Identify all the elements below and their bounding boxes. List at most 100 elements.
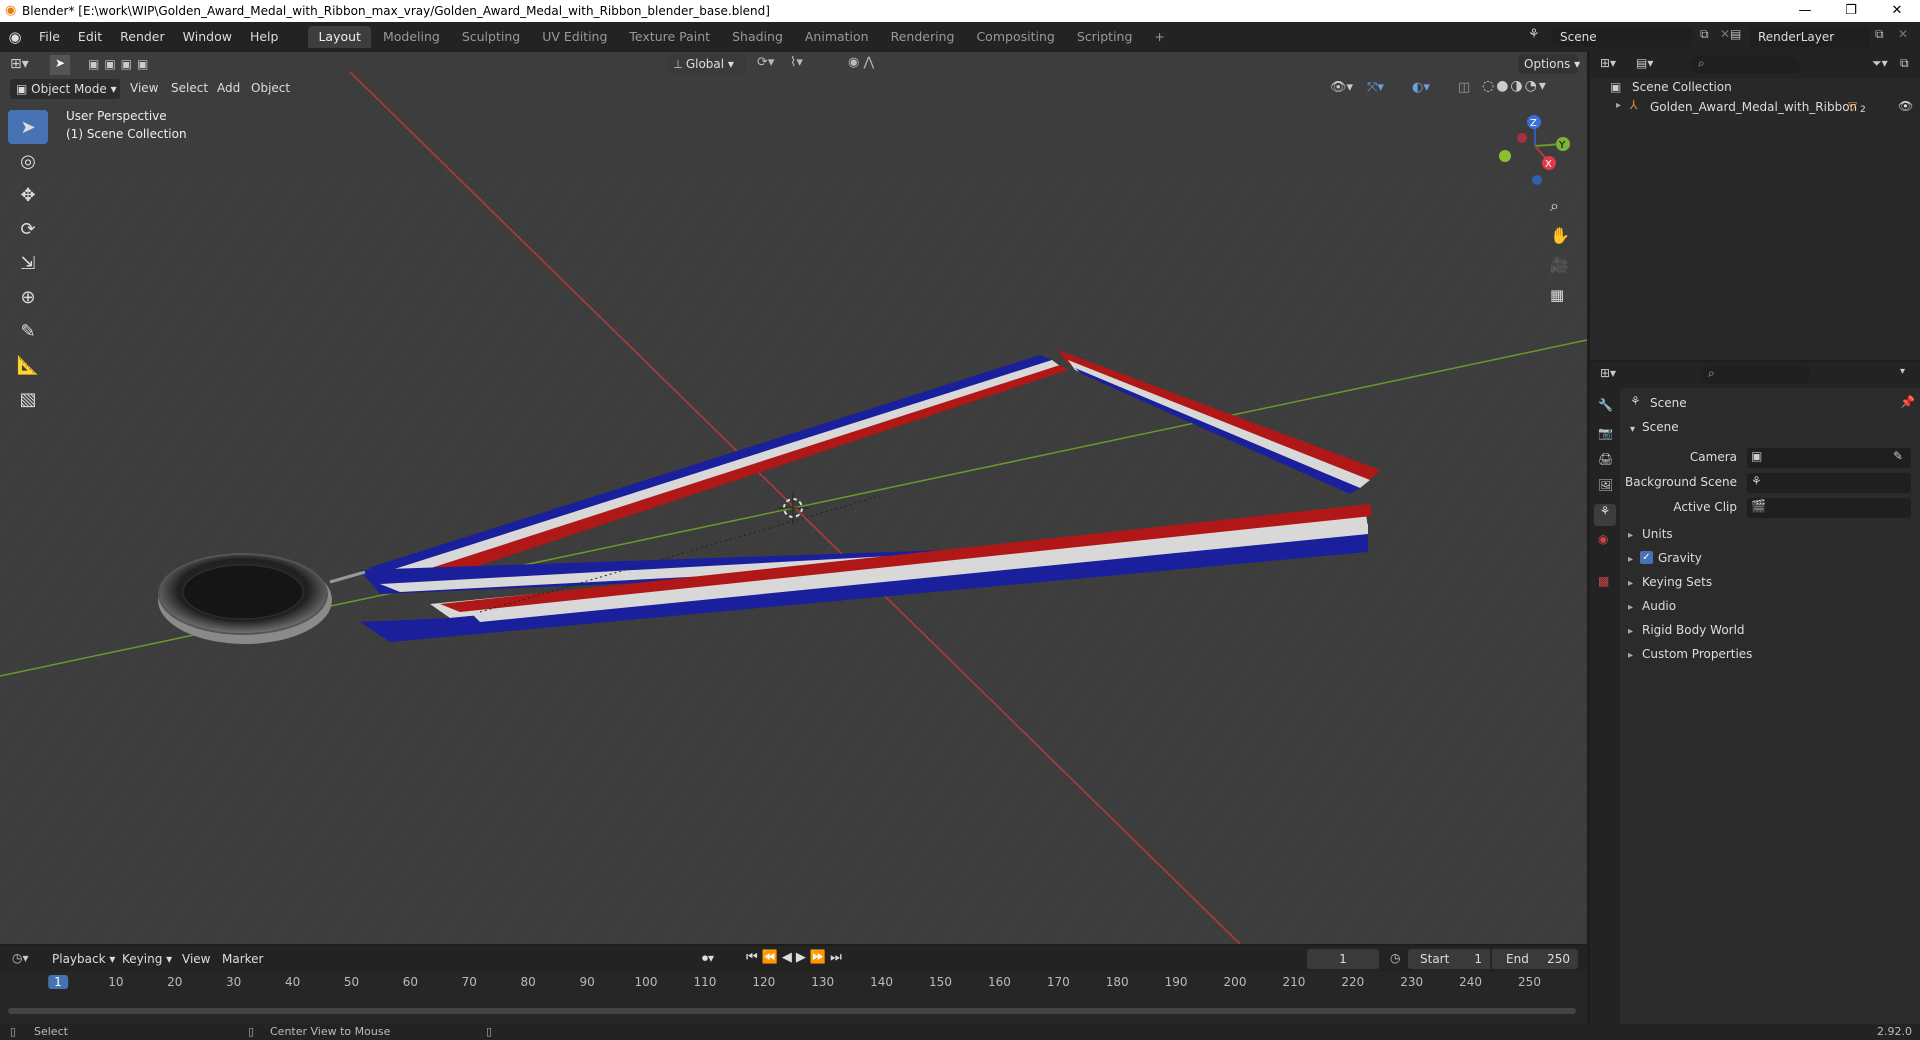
transform-tool-icon[interactable]: ⊕ [8,280,48,314]
zoom-icon[interactable]: ⌕ [1550,196,1559,216]
menu-file[interactable]: File [30,22,69,52]
tab-shading[interactable]: Shading [722,26,793,48]
selection-modes-icon[interactable]: ▣▣▣▣ [88,57,178,75]
gravity-checkbox[interactable]: ✓ [1640,551,1653,564]
viewport-menu-object[interactable]: Object [251,81,290,95]
move-tool-icon[interactable]: ✥ [8,178,48,212]
select-box-mode-icon[interactable]: ➤ [50,55,70,75]
transform-orientation-dropdown[interactable]: ⟂ Global ▾ [668,54,746,74]
tab-uv-editing[interactable]: UV Editing [532,26,617,48]
texture-tab-icon[interactable]: ▩ [1598,574,1609,588]
scene-section-arrow-icon[interactable]: ▾ [1630,424,1635,435]
outliner-item-medal[interactable]: Golden_Award_Medal_with_Ribbon [1650,100,1857,114]
render-layer-icon[interactable]: ▤ [1730,27,1741,41]
visibility-eye-icon[interactable]: 👁 [1898,99,1913,113]
timeline-menu-marker[interactable]: Marker [222,952,263,966]
blender-menu-icon[interactable]: ◉ [0,28,30,46]
panel-rigid-body-world[interactable]: Rigid Body World [1642,623,1745,637]
panel-custom-properties[interactable]: Custom Properties [1642,647,1752,661]
close-button[interactable]: ✕ [1874,0,1920,22]
gravity-arrow-icon[interactable]: ▸ [1628,554,1633,565]
outliner-search-input[interactable]: ⌕ [1690,56,1800,74]
scene-collection-label[interactable]: Scene Collection [1632,80,1732,94]
panel-gravity[interactable]: Gravity [1658,551,1702,565]
viewport-menu-view[interactable]: View [130,81,158,95]
menu-edit[interactable]: Edit [69,22,111,52]
timeline-menu-keying[interactable]: Keying ▾ [122,952,172,966]
panel-keying-sets[interactable]: Keying Sets [1642,575,1712,589]
camera-view-icon[interactable]: 🎥 [1550,256,1569,274]
timeline-menu-view[interactable]: View [182,952,210,966]
new-collection-icon[interactable]: ⧉ [1900,56,1909,71]
proportional-edit-icon[interactable]: ◉ ⋀ [848,55,874,70]
3d-viewport[interactable]: Z Y X ⊞▾ ➤ ▣▣▣▣ ⟂ Global ▾ ⟳▾ ⌇▾ ◉ ⋀ Opt… [0,52,1587,944]
expand-arrow-icon[interactable]: ▸ [1616,100,1621,111]
cursor-tool-icon[interactable]: ◎ [8,144,48,178]
properties-search-input[interactable]: ⌕ [1700,366,1810,384]
tab-scripting[interactable]: Scripting [1067,26,1143,48]
world-tab-icon[interactable]: ◉ [1598,532,1608,546]
visibility-icon[interactable]: 👁▾ [1330,80,1353,95]
end-frame-field[interactable]: End 250 [1492,949,1578,969]
menu-help[interactable]: Help [241,22,288,52]
preview-range-icon[interactable]: ◷ [1390,951,1400,965]
pivot-point-icon[interactable]: ⟳▾ [757,55,774,70]
object-mode-dropdown[interactable]: ▣ Object Mode ▾ [10,79,120,99]
xray-toggle-icon[interactable]: ◫ [1458,80,1470,95]
menu-window[interactable]: Window [174,22,241,52]
panel-units[interactable]: Units [1642,527,1673,541]
delete-scene-icon[interactable]: ✕ [1720,27,1730,41]
add-cube-tool-icon[interactable]: ▧ [8,382,48,416]
display-mode-icon[interactable]: ▤▾ [1636,56,1653,70]
annotate-tool-icon[interactable]: ✎ [8,314,48,348]
options-button[interactable]: Options ▾ [1518,54,1580,74]
audio-arrow-icon[interactable]: ▸ [1628,602,1633,613]
select-tool-icon[interactable]: ➤ [8,110,48,144]
tool-tab-icon[interactable]: 🔧 [1598,398,1613,412]
tab-modeling[interactable]: Modeling [373,26,450,48]
minimize-button[interactable]: — [1782,0,1828,22]
delete-layer-icon[interactable]: ✕ [1898,27,1908,41]
viewport-menu-select[interactable]: Select [171,81,208,95]
playback-controls-icon[interactable]: ⏮⏪◀▶⏩⏭ [746,950,846,965]
render-layer-field[interactable]: RenderLayer [1750,27,1870,47]
custom-properties-arrow-icon[interactable]: ▸ [1628,650,1633,661]
viewport-menu-add[interactable]: Add [217,81,240,95]
properties-editor-icon[interactable]: ⊞▾ [1600,366,1616,380]
rotate-tool-icon[interactable]: ⟳ [8,212,48,246]
tab-texture-paint[interactable]: Texture Paint [619,26,720,48]
shading-modes-icon[interactable]: ◌●◑◔▾ [1482,78,1548,94]
scene-section-label[interactable]: Scene [1642,420,1679,434]
overlay-toggle-icon[interactable]: ◐▾ [1412,80,1430,95]
scene-icon[interactable]: ⚘ [1528,27,1550,47]
frame-ruler[interactable]: 1 10 20 30 40 50 60 70 80 90 100 110 120 130 140 150 160… [0,972,1587,994]
timeline-editor-icon[interactable]: ◷▾ [12,951,29,965]
add-workspace-button[interactable]: + [1144,26,1174,48]
outliner-editor-icon[interactable]: ⊞▾ [1600,56,1616,70]
rigid-body-arrow-icon[interactable]: ▸ [1628,626,1633,637]
record-icon[interactable]: ⏺▾ [702,951,714,966]
active-clip-field[interactable]: 🎬 [1747,498,1911,518]
tab-compositing[interactable]: Compositing [966,26,1064,48]
start-frame-field[interactable]: Start 1 [1408,949,1490,969]
panel-audio[interactable]: Audio [1642,599,1676,613]
timeline-menu-playback[interactable]: Playback ▾ [52,952,115,966]
pan-hand-icon[interactable]: ✋ [1550,226,1570,245]
timeline-scrollbar[interactable] [8,1008,1576,1014]
keying-sets-arrow-icon[interactable]: ▸ [1628,578,1633,589]
scene-name-field[interactable]: Scene [1552,27,1692,47]
tab-animation[interactable]: Animation [795,26,879,48]
tab-sculpting[interactable]: Sculpting [452,26,530,48]
new-scene-icon[interactable]: ⧉ [1700,27,1709,42]
pin-icon[interactable]: 📌 [1900,395,1915,409]
maximize-button[interactable]: ❐ [1828,0,1874,22]
render-tab-icon[interactable]: 📷 [1598,426,1613,440]
current-frame-field[interactable]: 1 [1307,949,1379,969]
filter-icon[interactable]: ⏷▾ [1872,56,1888,71]
scale-tool-icon[interactable]: ⇲ [8,246,48,280]
properties-options-icon[interactable]: ▾ [1900,366,1905,377]
tab-rendering[interactable]: Rendering [881,26,965,48]
measure-tool-icon[interactable]: 📐 [8,348,48,382]
gizmo-toggle-icon[interactable]: ⤧▾ [1367,80,1384,95]
snap-icon[interactable]: ⌇▾ [790,55,803,70]
